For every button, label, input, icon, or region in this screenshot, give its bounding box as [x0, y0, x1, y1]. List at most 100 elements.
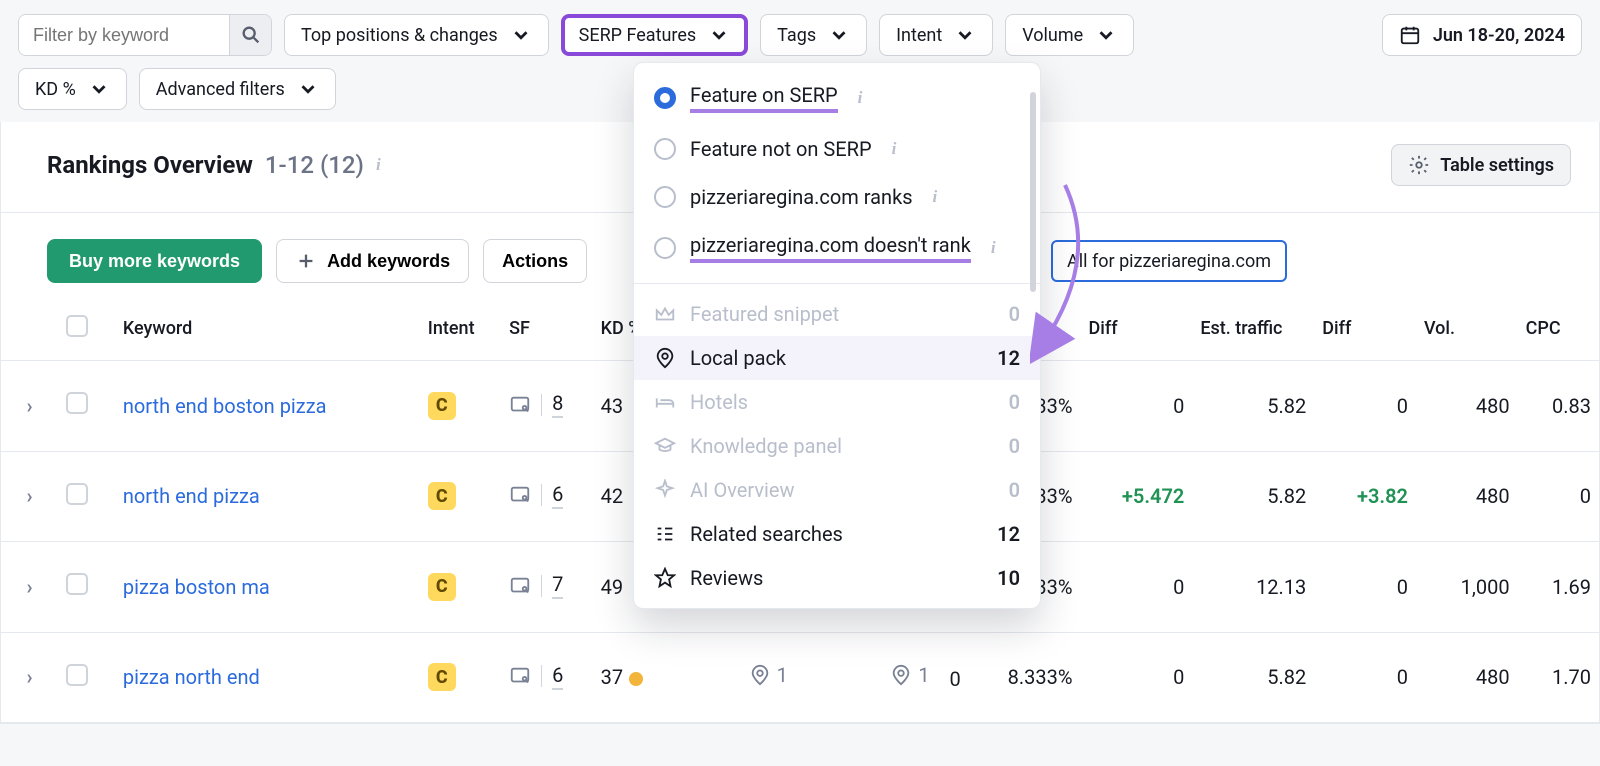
- gear-icon: [1408, 154, 1430, 176]
- chevron-down-icon: [828, 24, 850, 46]
- diff2-cell: 0: [1314, 361, 1416, 452]
- sf-cell[interactable]: 7: [509, 572, 563, 599]
- keyword-link[interactable]: pizza boston ma: [123, 575, 270, 599]
- actions-button[interactable]: Actions: [483, 239, 587, 283]
- col-sf[interactable]: SF: [501, 297, 592, 361]
- filter-advanced[interactable]: Advanced filters: [139, 68, 336, 110]
- sf-cell[interactable]: 6: [509, 663, 563, 690]
- expand-row-icon[interactable]: ›: [26, 575, 32, 599]
- vol-cell: 480: [1416, 451, 1518, 542]
- buy-more-keywords-button[interactable]: Buy more keywords: [47, 239, 262, 283]
- serp-feature-option[interactable]: Related searches 12: [634, 512, 1040, 556]
- keyword-link[interactable]: pizza north end: [123, 665, 260, 689]
- cpc-cell: 0.83: [1518, 361, 1599, 452]
- feature-label: Hotels: [690, 390, 748, 414]
- radio-icon: [654, 87, 676, 109]
- page-title: Rankings Overview: [47, 151, 253, 179]
- serp-radio-option[interactable]: Feature not on SERP i: [634, 125, 1040, 173]
- calendar-icon: [1399, 24, 1421, 46]
- serp-feature-option[interactable]: Reviews 10: [634, 556, 1040, 600]
- feature-label: AI Overview: [690, 478, 795, 502]
- feature-label: Local pack: [690, 346, 786, 370]
- filter-volume-label: Volume: [1022, 25, 1083, 46]
- add-keywords-label: Add keywords: [327, 251, 450, 272]
- cpc-cell: 1.69: [1518, 542, 1599, 633]
- table-settings-button[interactable]: Table settings: [1391, 144, 1571, 186]
- col-cpc[interactable]: CPC: [1518, 297, 1599, 361]
- info-icon[interactable]: i: [892, 139, 897, 159]
- filter-keyword-input[interactable]: [19, 15, 229, 55]
- est-traffic-cell: 5.82: [1192, 632, 1314, 723]
- filter-tags-label: Tags: [777, 25, 816, 46]
- crown-icon: [654, 303, 676, 325]
- info-icon[interactable]: i: [376, 155, 381, 175]
- sf-cell[interactable]: 8: [509, 391, 563, 418]
- filter-volume[interactable]: Volume: [1005, 14, 1134, 56]
- chevron-down-icon: [88, 78, 110, 100]
- row-checkbox[interactable]: [66, 392, 88, 414]
- pin-icon: [749, 664, 771, 686]
- row-checkbox[interactable]: [66, 664, 88, 686]
- radio-label: pizzeriaregina.com doesn't rank: [690, 233, 971, 263]
- info-icon[interactable]: i: [933, 187, 938, 207]
- cpc-cell: 1.70: [1518, 632, 1599, 723]
- col-intent[interactable]: Intent: [420, 297, 501, 361]
- serp-preview-icon: [509, 484, 531, 506]
- row-checkbox[interactable]: [66, 573, 88, 595]
- filter-kd[interactable]: KD %: [18, 68, 127, 110]
- col-diff2[interactable]: Diff: [1314, 297, 1416, 361]
- feature-count: 10: [997, 566, 1020, 590]
- keyword-link[interactable]: north end boston pizza: [123, 394, 327, 418]
- filter-top-positions[interactable]: Top positions & changes: [284, 14, 549, 56]
- expand-row-icon[interactable]: ›: [26, 484, 32, 508]
- serp-radio-option[interactable]: pizzeriaregina.com doesn't rank i: [634, 221, 1040, 275]
- radio-label: Feature on SERP: [690, 83, 838, 113]
- feature-count: 0: [1009, 302, 1020, 326]
- col-vol[interactable]: Vol.: [1416, 297, 1518, 361]
- pin-icon: [654, 347, 676, 369]
- info-icon[interactable]: i: [991, 238, 996, 258]
- grad-icon: [654, 435, 676, 457]
- date-range-label: Jun 18-20, 2024: [1433, 25, 1565, 46]
- filter-kd-label: KD %: [35, 79, 76, 100]
- info-icon[interactable]: i: [858, 88, 863, 108]
- intent-badge: C: [428, 392, 456, 420]
- add-keywords-button[interactable]: Add keywords: [276, 239, 469, 283]
- feature-count: 0: [1009, 478, 1020, 502]
- vol-cell: 480: [1416, 632, 1518, 723]
- search-button[interactable]: [229, 14, 271, 56]
- diff2-cell: 0: [1314, 632, 1416, 723]
- chevron-down-icon: [1095, 24, 1117, 46]
- diff1-cell: 0: [1081, 542, 1193, 633]
- col-keyword[interactable]: Keyword: [115, 297, 420, 361]
- star-icon: [654, 567, 676, 589]
- col-est[interactable]: Est. traffic: [1192, 297, 1314, 361]
- visibility-cell: 8.333%: [969, 632, 1081, 723]
- filter-tags[interactable]: Tags: [760, 14, 867, 56]
- scope-select[interactable]: All for pizzeriaregina.com: [1051, 240, 1287, 282]
- serp-feature-option[interactable]: Local pack 12: [634, 336, 1040, 380]
- dropdown-scrollbar[interactable]: [1030, 92, 1036, 292]
- page-range: 1-12 (12): [265, 151, 364, 179]
- filter-intent[interactable]: Intent: [879, 14, 993, 56]
- serp-radio-option[interactable]: pizzeriaregina.com ranks i: [634, 173, 1040, 221]
- expand-row-icon[interactable]: ›: [26, 665, 32, 689]
- cpc-cell: 0: [1518, 451, 1599, 542]
- expand-row-icon[interactable]: ›: [26, 394, 32, 418]
- sf-cell[interactable]: 6: [509, 482, 563, 509]
- serp-radio-option[interactable]: Feature on SERP i: [634, 71, 1040, 125]
- diff2-cell: +3.82: [1314, 451, 1416, 542]
- select-all-checkbox[interactable]: [66, 315, 88, 337]
- feature-label: Knowledge panel: [690, 434, 842, 458]
- sparkle-icon: [654, 479, 676, 501]
- date-range-button[interactable]: Jun 18-20, 2024: [1382, 14, 1582, 56]
- diff1-cell: 0: [1081, 632, 1193, 723]
- serp-preview-icon: [509, 665, 531, 687]
- keyword-link[interactable]: north end pizza: [123, 484, 260, 508]
- serp-feature-option: AI Overview 0: [634, 468, 1040, 512]
- col-diff1[interactable]: Diff: [1081, 297, 1193, 361]
- chevron-down-icon: [708, 24, 730, 46]
- feature-count: 0: [1009, 390, 1020, 414]
- filter-serp-features[interactable]: SERP Features: [561, 14, 749, 56]
- row-checkbox[interactable]: [66, 483, 88, 505]
